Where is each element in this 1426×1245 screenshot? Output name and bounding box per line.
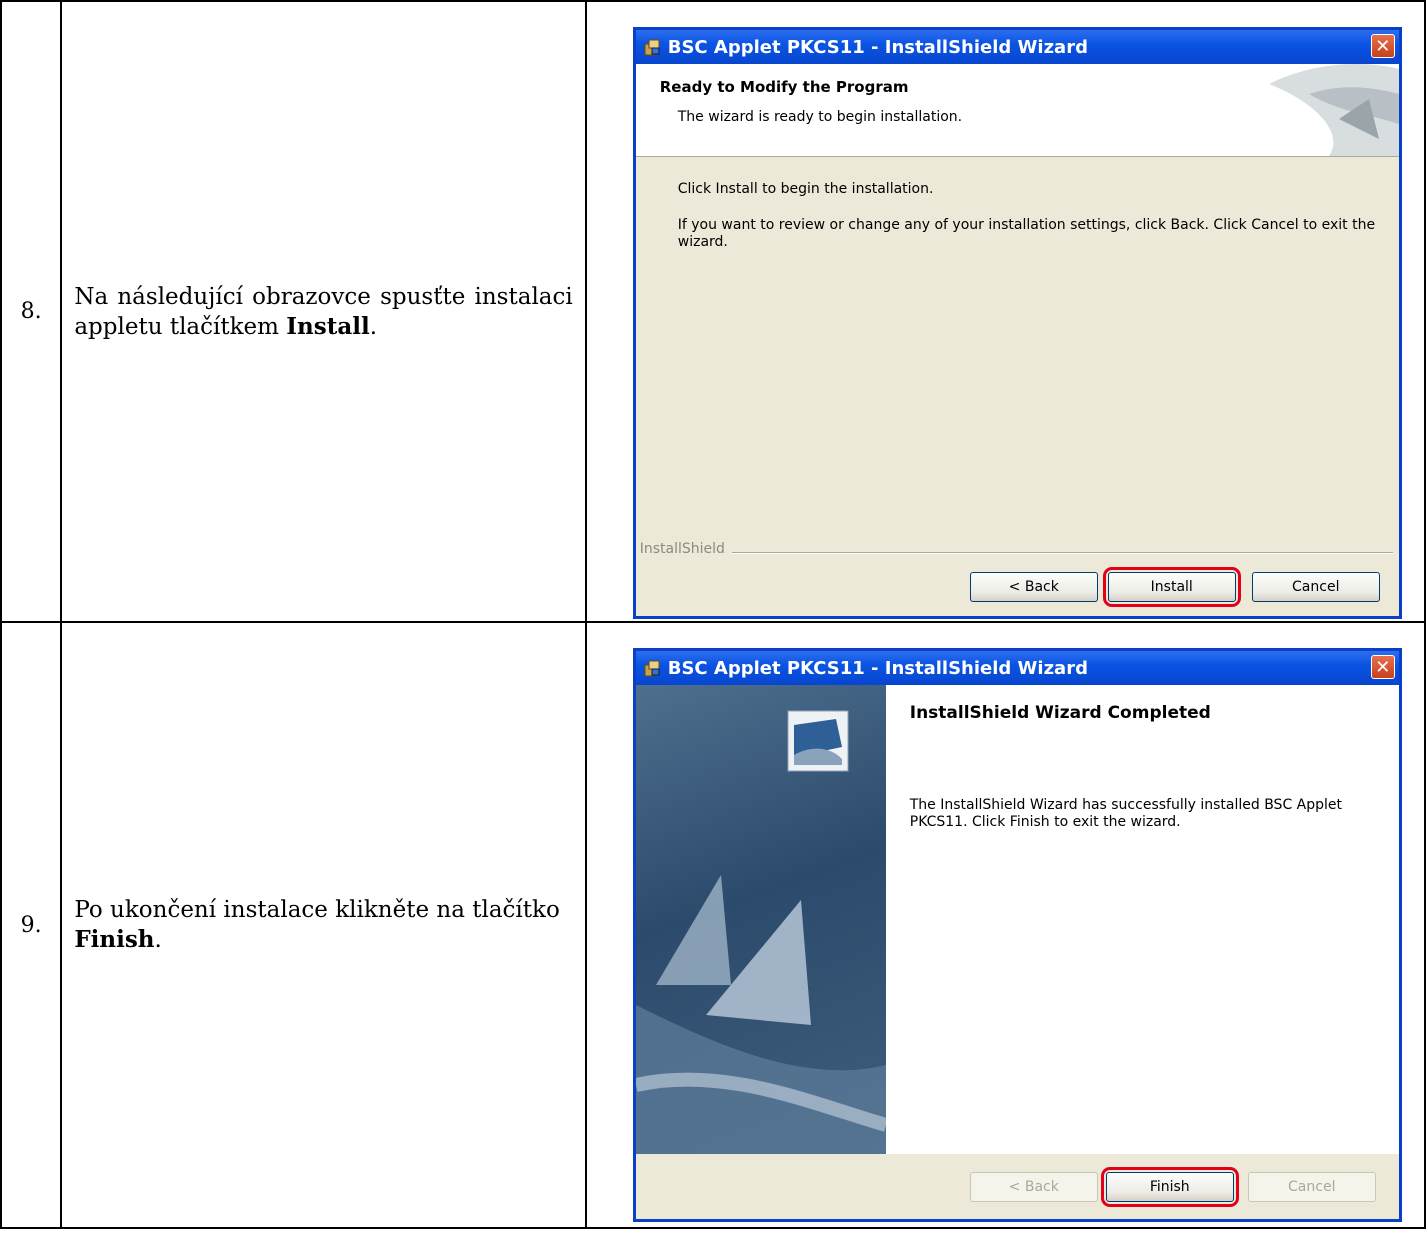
step-button-name: Finish — [74, 926, 155, 953]
installshield-brand: InstallShield — [639, 541, 725, 557]
step-number: 8. — [0, 0, 63, 623]
instruction-paragraph: If you want to review or change any of y… — [677, 217, 1376, 250]
instruction-table: 8. Na následující obrazovce spusťte inst… — [0, 0, 1426, 1229]
step-button-name: Install — [286, 312, 370, 340]
step-instruction: Po ukončení instalace klikněte na tlačít… — [60, 621, 587, 1229]
window-title: BSC Applet PKCS11 - InstallShield Wizard — [667, 657, 1088, 679]
screenshot-cell: BSC Applet PKCS11 - InstallShield Wizard… — [584, 621, 1426, 1229]
installer-icon — [642, 36, 664, 58]
step-text-end: . — [369, 313, 378, 340]
wizard-body: Click Install to begin the installation.… — [636, 157, 1399, 577]
step-instruction: Na následující obrazovce spusťte instala… — [60, 0, 587, 623]
step-text: Po ukončení instalace klikněte na tlačít… — [74, 897, 560, 923]
title-bar[interactable]: BSC Applet PKCS11 - InstallShield Wizard… — [635, 651, 1399, 685]
completion-message: The InstallShield Wizard has successfull… — [909, 797, 1343, 830]
wizard-heading: InstallShield Wizard Completed — [909, 703, 1211, 723]
highlight-outline — [1102, 567, 1241, 607]
cancel-button[interactable]: Cancel — [1247, 1172, 1376, 1202]
screenshot-cell: BSC Applet PKCS11 - InstallShield Wizard… — [584, 0, 1426, 623]
table-row: 9. Po ukončení instalace klikněte na tla… — [0, 621, 1426, 1229]
close-icon[interactable]: ✕ — [1370, 655, 1395, 679]
installshield-side-art — [635, 710, 886, 1154]
step-number: 9. — [0, 621, 63, 1229]
step-text-end: . — [154, 927, 162, 953]
wizard-side-panel — [635, 685, 886, 1154]
close-icon[interactable]: ✕ — [1370, 34, 1395, 58]
cancel-button[interactable]: Cancel — [1251, 572, 1380, 602]
window-title: BSC Applet PKCS11 - InstallShield Wizard — [667, 36, 1088, 58]
back-button[interactable]: < Back — [969, 572, 1098, 602]
wizard-window: BSC Applet PKCS11 - InstallShield Wizard… — [632, 27, 1402, 619]
wizard-subheading: The wizard is ready to begin installatio… — [677, 109, 963, 125]
highlight-outline — [1100, 1167, 1239, 1207]
wizard-window: BSC Applet PKCS11 - InstallShield Wizard… — [632, 648, 1402, 1222]
divider — [731, 552, 1393, 554]
installshield-banner-logo — [1268, 64, 1399, 156]
instruction-paragraph: Click Install to begin the installation. — [677, 181, 934, 197]
table-row: 8. Na následující obrazovce spusťte inst… — [0, 0, 1426, 623]
back-button[interactable]: < Back — [969, 1172, 1098, 1202]
wizard-heading: Ready to Modify the Program — [659, 78, 909, 96]
installer-icon — [642, 657, 664, 679]
wizard-header: Ready to Modify the Program The wizard i… — [635, 64, 1399, 157]
wizard-main-panel: InstallShield Wizard Completed The Insta… — [885, 685, 1399, 1154]
title-bar[interactable]: BSC Applet PKCS11 - InstallShield Wizard… — [635, 30, 1399, 64]
